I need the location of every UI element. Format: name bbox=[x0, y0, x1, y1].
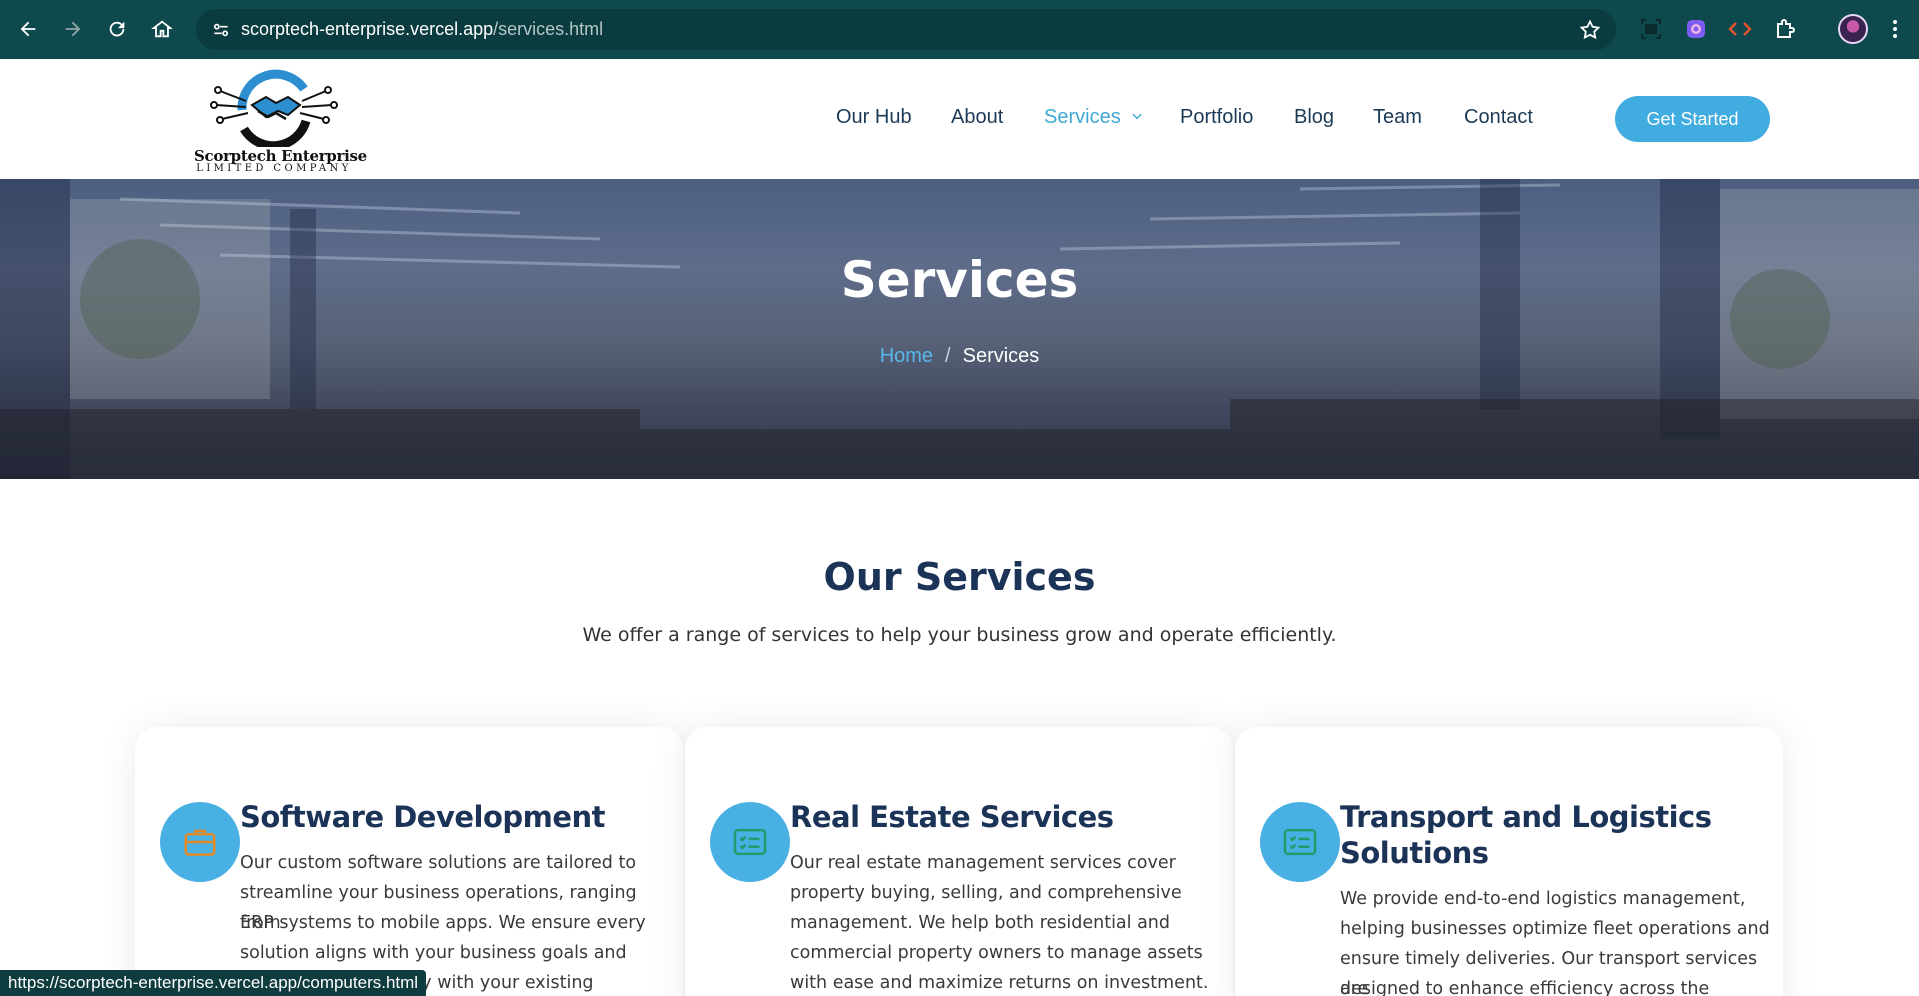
menu-kebab-icon[interactable] bbox=[1881, 15, 1909, 43]
card-text-line: helping businesses optimize fleet operat… bbox=[1340, 919, 1770, 939]
home-icon[interactable] bbox=[144, 11, 180, 47]
service-card-transport[interactable]: Transport and Logistics Solutions We prov… bbox=[1235, 727, 1783, 996]
get-started-button[interactable]: Get Started bbox=[1615, 96, 1770, 142]
camera-extension-icon[interactable] bbox=[1682, 15, 1710, 43]
handshake-circuit-logo-icon bbox=[210, 69, 338, 151]
section-subtitle: We offer a range of services to help you… bbox=[582, 624, 1337, 646]
nav-about[interactable]: About bbox=[951, 106, 1003, 129]
hero-banner: Services Home / Services bbox=[0, 179, 1919, 479]
url-path: /services.html bbox=[493, 19, 604, 39]
office-background-image bbox=[0, 179, 1919, 479]
url-host: scorptech-enterprise.vercel.app bbox=[241, 19, 494, 39]
card-text-line: with ease and maximize returns on invest… bbox=[790, 973, 1209, 993]
reload-icon[interactable] bbox=[99, 11, 135, 47]
card-text-line: management. We help both residential and bbox=[790, 913, 1171, 933]
nav-services[interactable]: Services bbox=[1044, 106, 1144, 129]
extensions-puzzle-icon[interactable] bbox=[1771, 15, 1799, 43]
card-text-line: Our real estate management services cove… bbox=[790, 853, 1176, 873]
card-text-line: property buying, selling, and comprehens… bbox=[790, 883, 1182, 903]
card-title: Software Development bbox=[240, 800, 606, 834]
card-text-line: designed to enhance efficiency across th… bbox=[1340, 979, 1710, 996]
card-title: Real Estate Services bbox=[790, 800, 1114, 834]
browser-toolbar: scorptech-enterprise.vercel.app/services… bbox=[0, 0, 1919, 59]
bookmark-star-icon[interactable] bbox=[1578, 18, 1602, 42]
card-text-line: commercial property owners to manage ass… bbox=[790, 943, 1203, 963]
url-text[interactable]: scorptech-enterprise.vercel.app/services… bbox=[241, 19, 603, 40]
card-title-line: Transport and Logistics bbox=[1340, 800, 1712, 834]
nav-blog[interactable]: Blog bbox=[1294, 106, 1334, 129]
service-card-software[interactable]: Software Development Our custom software… bbox=[135, 727, 683, 996]
link-status-bar: https://scorptech-enterprise.vercel.app/… bbox=[0, 970, 427, 996]
nav-team[interactable]: Team bbox=[1373, 106, 1422, 129]
breadcrumb-separator: / bbox=[945, 345, 951, 367]
card-text-line: solution aligns with your business goals… bbox=[240, 943, 627, 963]
forward-icon[interactable] bbox=[55, 11, 91, 47]
nav-services-label: Services bbox=[1044, 106, 1121, 128]
breadcrumb: Home / Services bbox=[0, 345, 1919, 368]
breadcrumb-home-link[interactable]: Home bbox=[880, 345, 933, 367]
section-title: Our Services bbox=[823, 555, 1096, 599]
breadcrumb-current: Services bbox=[962, 345, 1040, 367]
nav-portfolio[interactable]: Portfolio bbox=[1180, 106, 1253, 129]
logo-subtitle: LIMITED COMPANY bbox=[196, 163, 352, 174]
card-list-icon bbox=[710, 802, 790, 882]
hero-title: Services bbox=[840, 251, 1079, 309]
back-icon[interactable] bbox=[10, 11, 46, 47]
card-list-icon bbox=[1260, 802, 1340, 882]
screenshot-extension-icon[interactable] bbox=[1637, 15, 1665, 43]
briefcase-icon bbox=[160, 802, 240, 882]
site-info-icon[interactable] bbox=[206, 15, 236, 45]
address-bar[interactable]: scorptech-enterprise.vercel.app/services… bbox=[196, 9, 1616, 50]
site-header: Scorptech Enterprise LIMITED COMPANY Our… bbox=[0, 59, 1919, 179]
nav-contact[interactable]: Contact bbox=[1464, 106, 1533, 129]
chevron-down-icon bbox=[1132, 113, 1142, 120]
profile-avatar[interactable] bbox=[1838, 14, 1868, 44]
card-text-line: ERP systems to mobile apps. We ensure ev… bbox=[240, 913, 646, 933]
card-text-line: Our custom software solutions are tailor… bbox=[240, 853, 637, 873]
nav-our-hub[interactable]: Our Hub bbox=[836, 106, 912, 129]
card-title-line: Solutions bbox=[1340, 836, 1489, 870]
service-card-real-estate[interactable]: Real Estate Services Our real estate man… bbox=[685, 727, 1233, 996]
card-text-line: We provide end-to-end logistics manageme… bbox=[1340, 889, 1746, 909]
code-extension-icon[interactable] bbox=[1726, 15, 1754, 43]
logo[interactable]: Scorptech Enterprise LIMITED COMPANY bbox=[194, 65, 367, 177]
card-title: Transport and Logistics Solutions bbox=[1340, 799, 1760, 871]
